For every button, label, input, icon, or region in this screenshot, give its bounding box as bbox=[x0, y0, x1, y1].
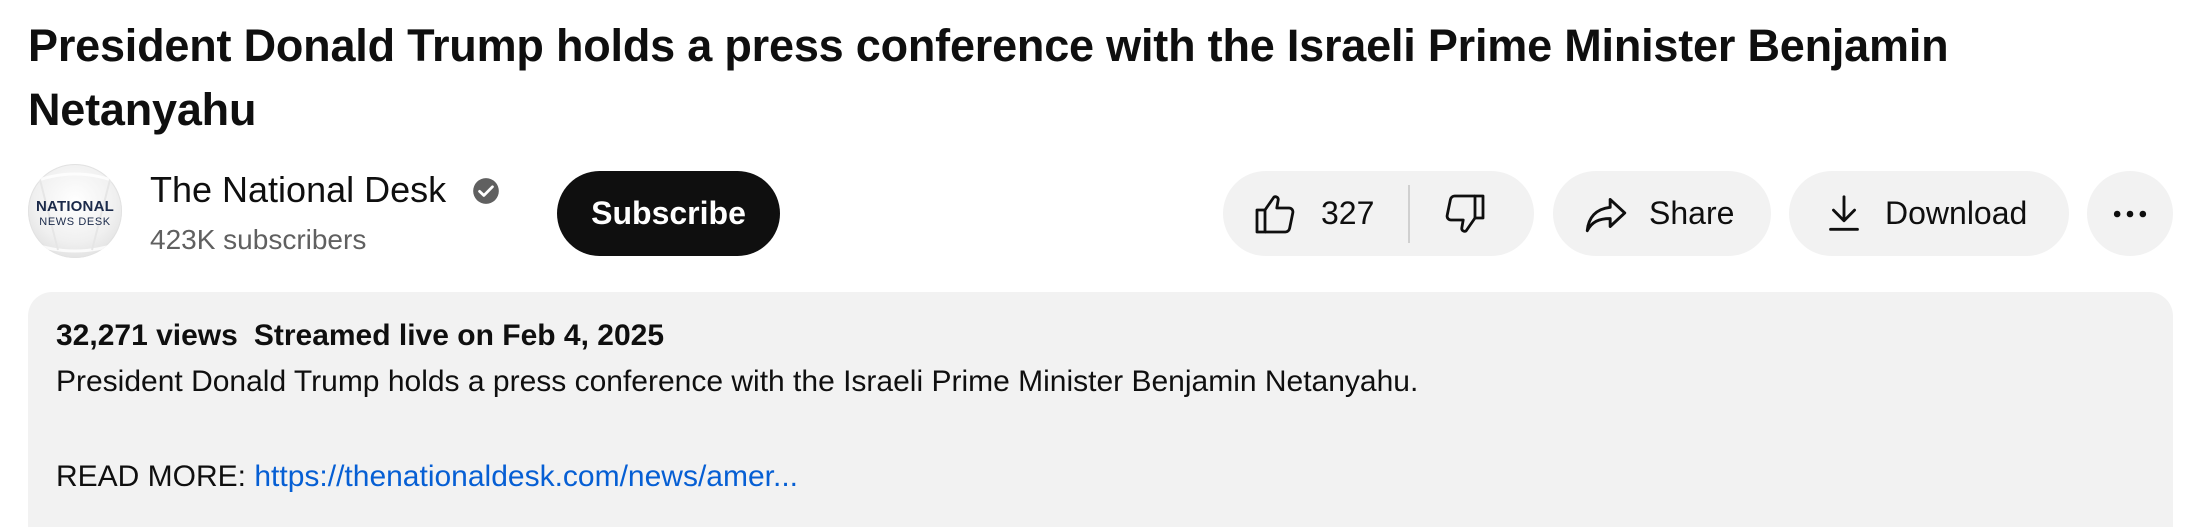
download-icon bbox=[1829, 194, 1859, 231]
like-count: 327 bbox=[1321, 195, 1375, 231]
stream-date: Streamed live on Feb 4, 2025 bbox=[253, 319, 665, 352]
description-text: President Donald Trump holds a press con… bbox=[56, 365, 1419, 398]
channel-name[interactable]: The National Desk bbox=[150, 168, 446, 212]
subscriber-count: 423K subscribers bbox=[150, 224, 367, 255]
share-button[interactable]: Share bbox=[1553, 171, 1771, 256]
like-dislike-group: 327 bbox=[1223, 171, 1534, 256]
share-arrow-icon bbox=[1585, 197, 1627, 232]
like-button[interactable]: 327 bbox=[1223, 171, 1408, 256]
read-more-link[interactable]: https://thenationaldesk.com/news/amer... bbox=[254, 460, 798, 493]
read-more-line: READ MORE: https://thenationaldesk.com/n… bbox=[56, 457, 798, 497]
video-info-panel: President Donald Trump holds a press con… bbox=[0, 0, 2191, 527]
video-meta-line: 32,271 views Streamed live on Feb 4, 2025 bbox=[56, 316, 664, 356]
description-box[interactable]: 32,271 views Streamed live on Feb 4, 2025… bbox=[28, 292, 2173, 527]
thumbs-up-icon bbox=[1255, 194, 1295, 233]
more-actions-button[interactable] bbox=[2087, 171, 2173, 256]
video-title: President Donald Trump holds a press con… bbox=[28, 20, 1949, 135]
download-button[interactable]: Download bbox=[1789, 171, 2069, 256]
subscribe-button[interactable]: Subscribe bbox=[557, 171, 780, 256]
more-horizontal-icon bbox=[2113, 210, 2147, 217]
thumbs-down-icon bbox=[1445, 194, 1485, 233]
read-more-label: READ MORE: bbox=[56, 460, 247, 493]
channel-avatar[interactable]: NATIONAL NEWS DESK bbox=[28, 164, 122, 258]
avatar-logo-text-bottom: NEWS DESK bbox=[39, 216, 111, 228]
avatar-logo-text-top: NATIONAL bbox=[36, 198, 114, 215]
dislike-button[interactable] bbox=[1410, 171, 1520, 256]
view-count: 32,271 views bbox=[56, 319, 238, 352]
share-label: Share bbox=[1649, 195, 1735, 231]
download-label: Download bbox=[1885, 195, 2028, 231]
verified-check-icon bbox=[473, 178, 499, 204]
